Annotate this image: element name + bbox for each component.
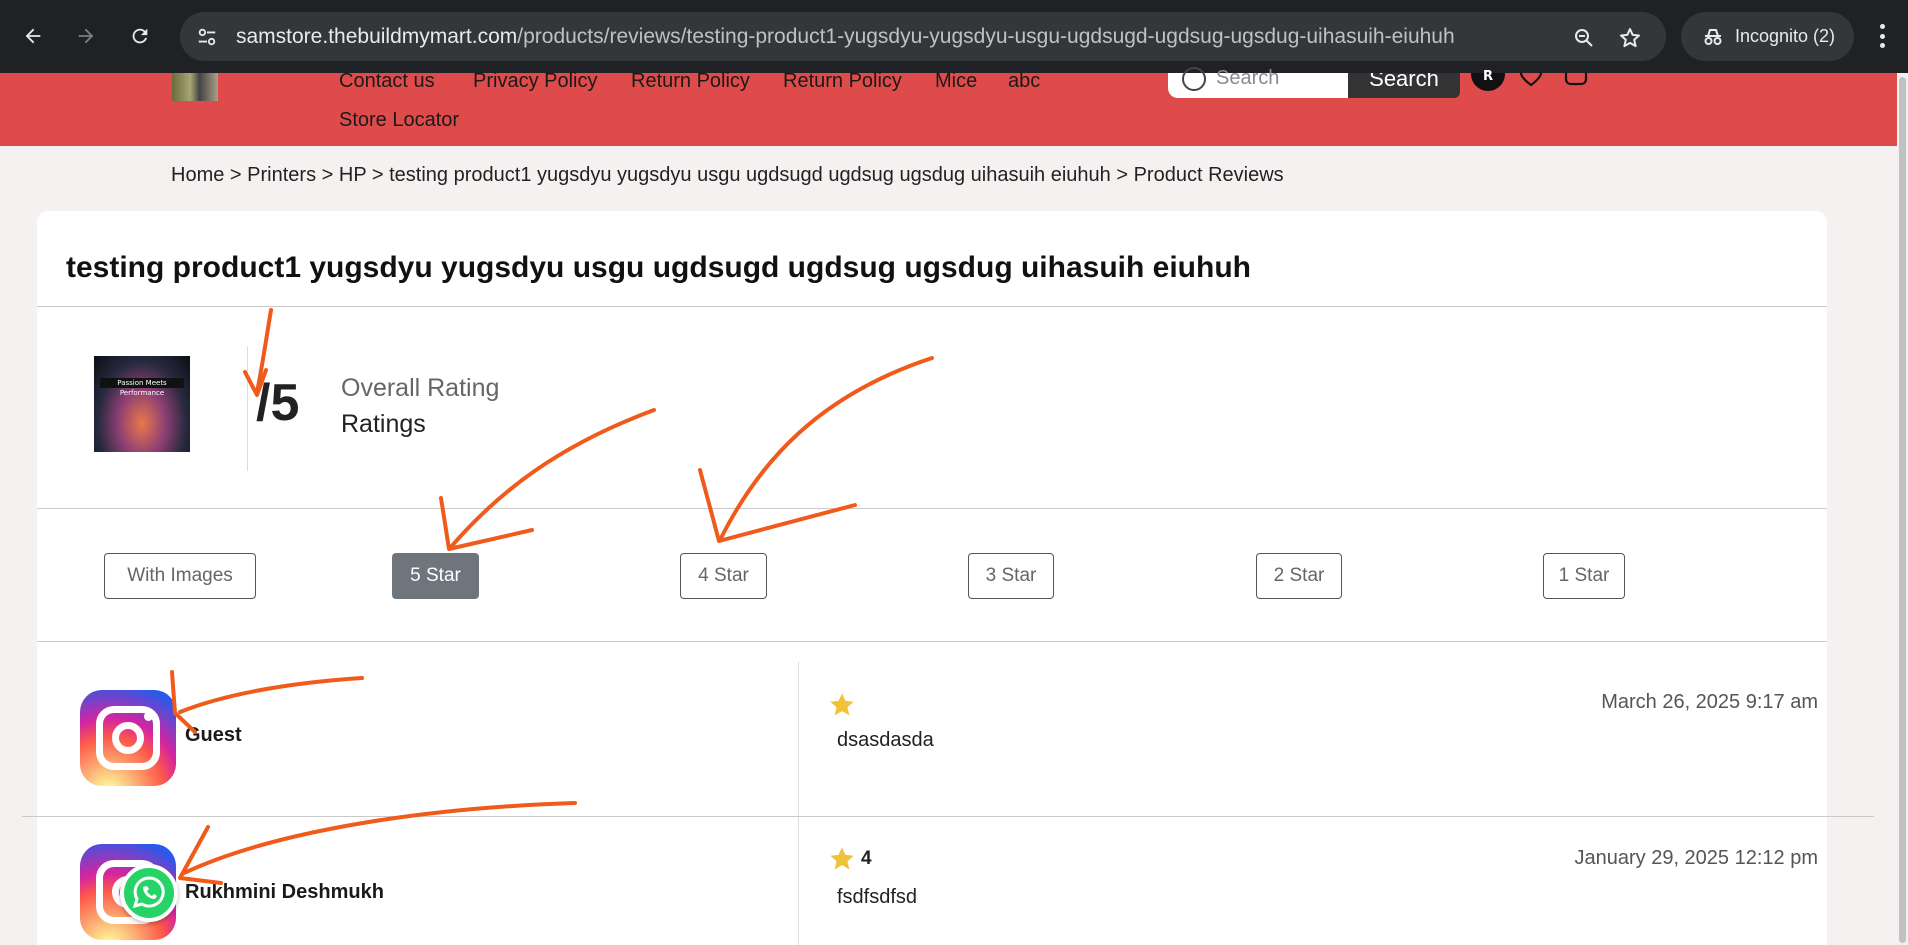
breadcrumb-separator: > — [371, 164, 390, 186]
breadcrumb-hp[interactable]: HP — [339, 164, 366, 186]
filter-4-star[interactable]: 4 Star — [680, 553, 767, 599]
nav-link-return-1[interactable]: Return Policy — [631, 70, 750, 93]
nav-link-contact[interactable]: Contact us — [339, 70, 435, 93]
filter-5-star[interactable]: 5 Star — [392, 553, 479, 599]
search-button-label: Search — [1369, 73, 1439, 91]
review-column-divider — [798, 662, 799, 945]
reload-icon — [132, 28, 148, 44]
breadcrumb-product[interactable]: testing product1 yugsdyu yugsdyu usgu ug… — [389, 164, 1111, 186]
overall-rating-label: Overall Rating — [341, 374, 500, 402]
search-button[interactable]: Search — [1348, 73, 1460, 98]
nav-link-privacy[interactable]: Privacy Policy — [473, 70, 597, 93]
divider — [37, 508, 1827, 509]
back-button[interactable] — [15, 18, 51, 54]
address-bar[interactable]: samstore.thebuildmymart.com/products/rev… — [180, 12, 1666, 61]
ratings-count-label: Ratings — [341, 410, 426, 438]
nav-link-store-locator[interactable]: Store Locator — [339, 109, 459, 132]
breadcrumb-separator: > — [1116, 164, 1134, 186]
incognito-icon — [1704, 29, 1722, 45]
incognito-badge[interactable]: Incognito (2) — [1681, 12, 1854, 61]
breadcrumb-printers[interactable]: Printers — [247, 164, 316, 186]
review-text: dsasdasda — [837, 729, 934, 751]
site-header: Contact us Privacy Policy Return Policy … — [0, 67, 1897, 146]
search-placeholder: Search — [1216, 67, 1280, 89]
kebab-menu-icon[interactable] — [1870, 20, 1894, 52]
rating-score: /5 — [256, 374, 300, 432]
reviewer-name: Rukhmini Deshmukh — [185, 881, 384, 903]
product-title: testing product1 yugsdyu yugsdyu usgu ug… — [66, 251, 1251, 284]
product-image: Passion Meets Performance — [94, 356, 190, 452]
url-text[interactable]: samstore.thebuildmymart.com/products/rev… — [236, 25, 1455, 49]
nav-link-return-2[interactable]: Return Policy — [783, 70, 902, 93]
scrollbar[interactable] — [1897, 73, 1908, 945]
site-logo[interactable] — [172, 73, 218, 101]
star-icon — [830, 693, 854, 716]
bag-icon[interactable] — [1563, 73, 1589, 87]
review-text: fsdfsdfsd — [837, 886, 918, 908]
heart-icon[interactable] — [1518, 73, 1544, 87]
arrow-left-icon — [25, 28, 41, 44]
nav-link-abc[interactable]: abc — [1008, 70, 1040, 93]
url-path: /products/reviews/testing-product1-yugsd… — [517, 25, 1455, 48]
breadcrumb-current: Product Reviews — [1133, 164, 1284, 186]
breadcrumb: Home > Printers > HP > testing product1 … — [171, 164, 1284, 187]
filter-2-star[interactable]: 2 Star — [1256, 553, 1342, 599]
zoom-icon[interactable] — [1570, 24, 1598, 52]
account-initial: R — [1482, 69, 1493, 84]
url-host: samstore.thebuildmymart.com — [236, 25, 518, 48]
forward-button[interactable] — [68, 18, 104, 54]
account-avatar[interactable]: R — [1471, 70, 1505, 91]
breadcrumb-home[interactable]: Home — [171, 164, 224, 186]
review-date: March 26, 2025 9:17 am — [1601, 691, 1818, 713]
product-image-caption: Passion Meets Performance — [117, 379, 167, 397]
divider — [22, 816, 1874, 817]
reviewer-name: Guest — [185, 724, 242, 746]
divider — [37, 306, 1827, 307]
reload-button[interactable] — [122, 18, 158, 54]
filter-1-star[interactable]: 1 Star — [1543, 553, 1625, 599]
review-date: January 29, 2025 12:12 pm — [1574, 847, 1818, 869]
arrow-right-icon — [78, 28, 94, 44]
star-icon — [830, 847, 854, 870]
search-icon — [1182, 67, 1206, 91]
scrollbar-thumb[interactable] — [1899, 77, 1906, 943]
review-rating: 4 — [861, 848, 872, 869]
nav-link-mice[interactable]: Mice — [935, 70, 977, 93]
whatsapp-icon[interactable] — [120, 864, 178, 922]
filter-with-images[interactable]: With Images — [104, 553, 256, 599]
incognito-label: Incognito (2) — [1735, 26, 1836, 46]
reviews-card: testing product1 yugsdyu yugsdyu usgu ug… — [37, 211, 1827, 945]
breadcrumb-separator: > — [321, 164, 339, 186]
divider — [247, 346, 248, 471]
browser-toolbar: samstore.thebuildmymart.com/products/rev… — [0, 0, 1908, 73]
star-outline-icon[interactable] — [1616, 24, 1644, 52]
search-input[interactable]: Search — [1168, 67, 1348, 98]
tune-icon[interactable] — [194, 24, 220, 50]
divider — [37, 641, 1827, 642]
breadcrumb-separator: > — [229, 164, 248, 186]
instagram-icon — [80, 690, 176, 786]
filter-3-star[interactable]: 3 Star — [968, 553, 1054, 599]
